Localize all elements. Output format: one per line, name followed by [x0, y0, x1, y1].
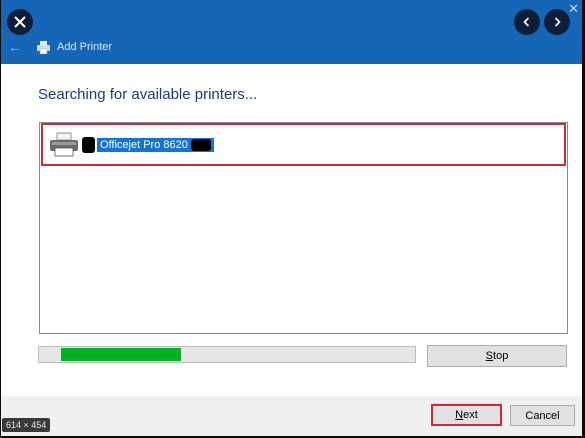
nav-back-button[interactable]: [514, 9, 540, 35]
nav-forward-button[interactable]: [544, 9, 570, 35]
image-size-badge: 614 × 454: [2, 418, 51, 432]
title-bar: ✕ ← Add Printer: [1, 0, 582, 64]
next-button[interactable]: Next: [431, 404, 502, 426]
close-button[interactable]: [7, 9, 33, 35]
chevron-left-icon: [523, 17, 530, 27]
add-printer-window: ✕ ← Add Printer Searching for available …: [1, 0, 582, 436]
window-title: Add Printer: [57, 41, 113, 53]
close-icon: [14, 16, 26, 28]
dialog-footer: Next Cancel: [1, 396, 582, 436]
window-close-icon[interactable]: ✕: [568, 2, 579, 15]
stop-button[interactable]: Stop: [427, 345, 567, 367]
printer-list[interactable]: Officejet Pro 8620: [39, 122, 568, 334]
chevron-right-icon: [554, 17, 561, 27]
title-row: ← Add Printer: [8, 38, 112, 56]
printer-icon: [36, 40, 51, 54]
progress-fill: [61, 348, 181, 361]
back-arrow-icon[interactable]: ←: [8, 39, 22, 55]
cancel-button[interactable]: Cancel: [510, 405, 575, 426]
redaction-mark: [190, 138, 211, 151]
printer-icon: [50, 132, 78, 156]
list-item[interactable]: Officejet Pro 8620: [41, 123, 566, 166]
search-progress-bar: [38, 346, 416, 363]
printer-name[interactable]: Officejet Pro 8620: [97, 137, 214, 152]
page-title: Searching for available printers...: [38, 86, 258, 103]
redaction-mark: [82, 136, 95, 153]
